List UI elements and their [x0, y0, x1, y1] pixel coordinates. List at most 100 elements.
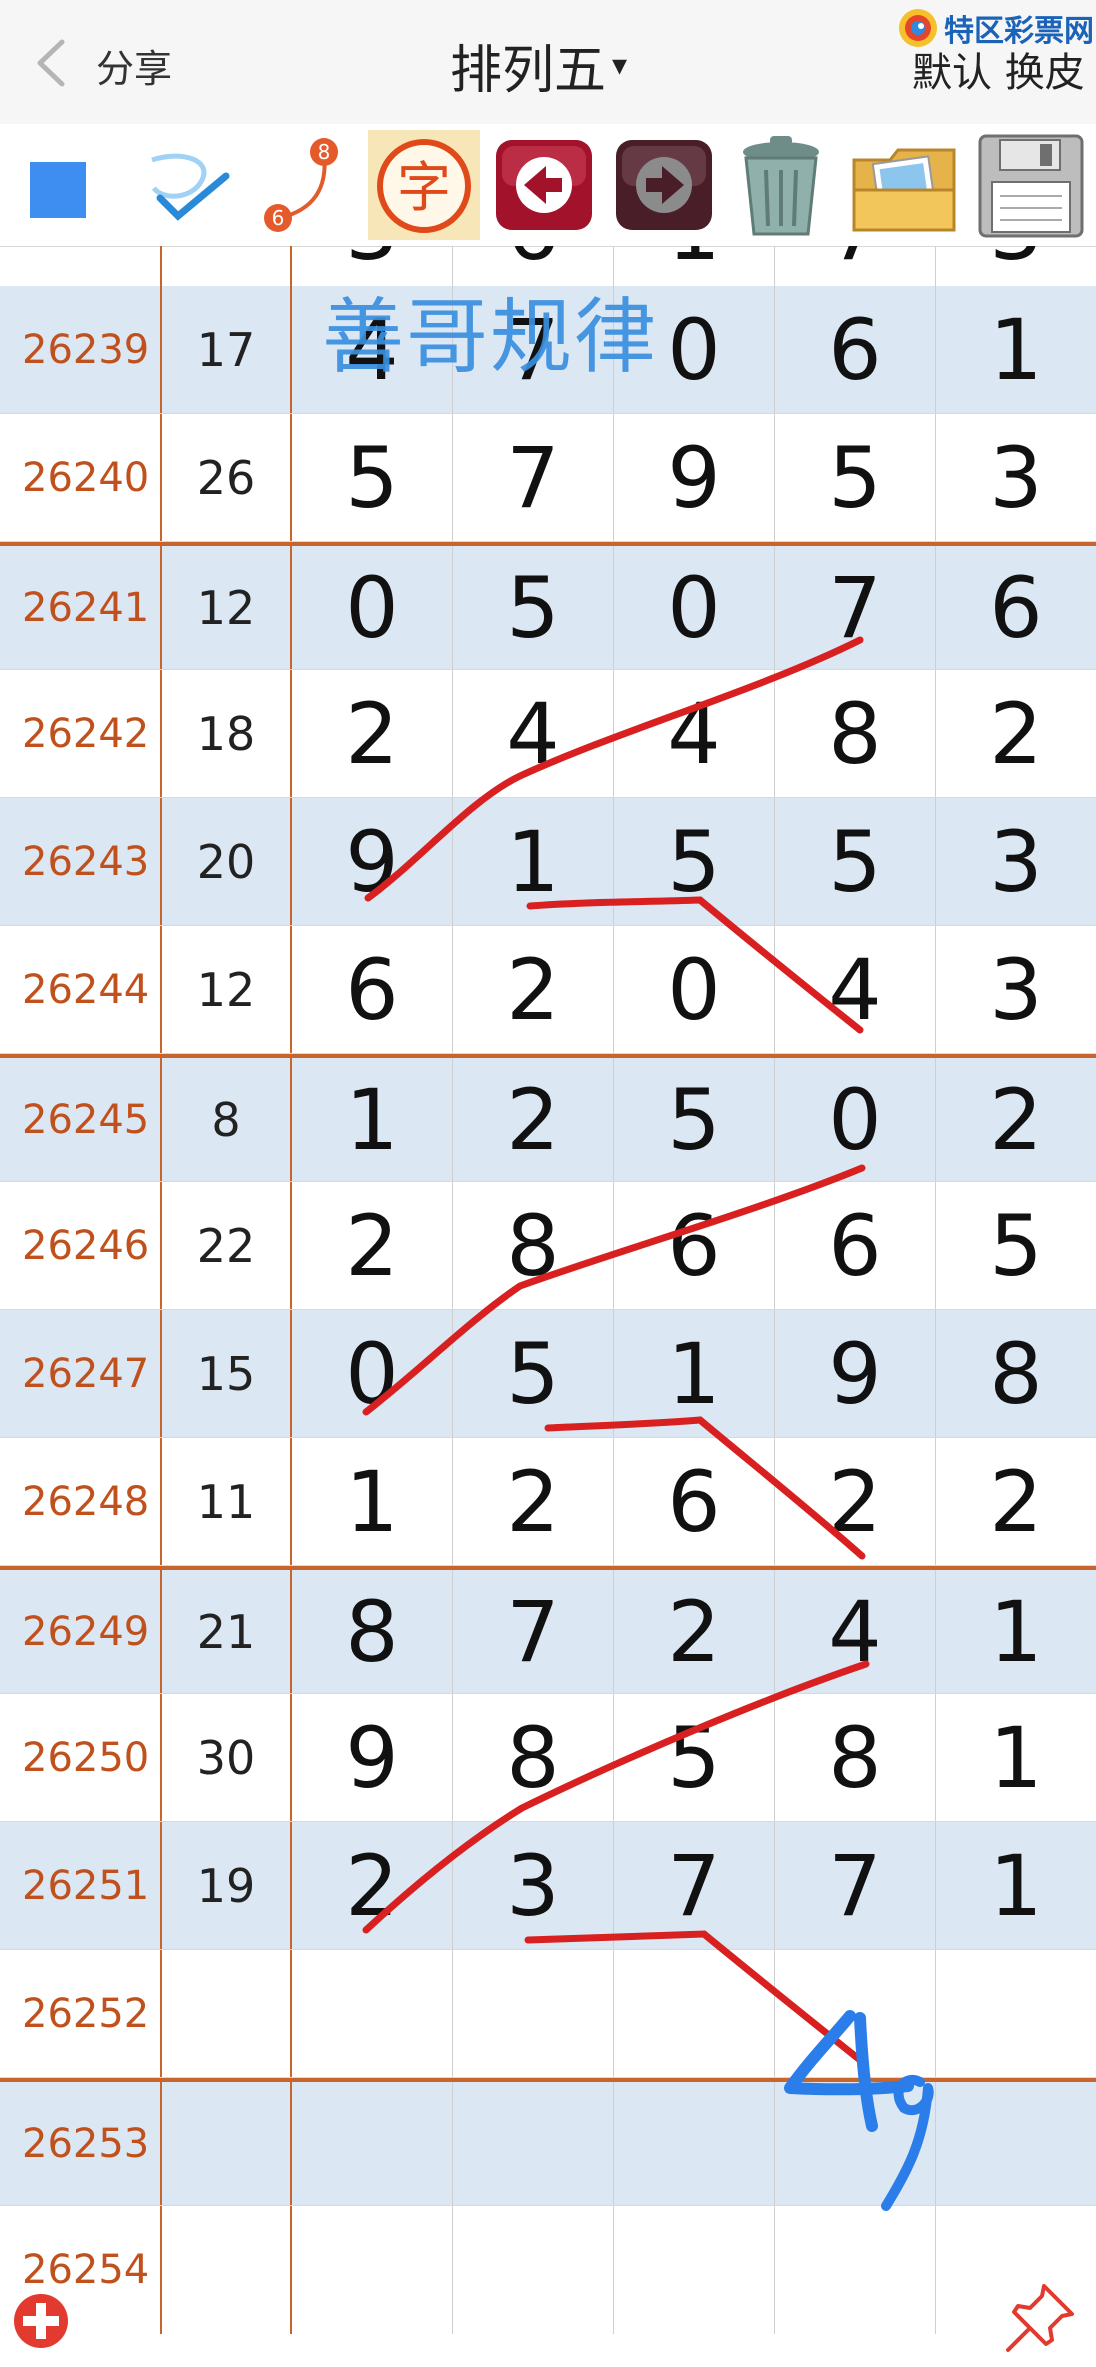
- pen-tool-icon[interactable]: [142, 130, 242, 240]
- digit-cell: 7: [775, 1822, 936, 1949]
- issue-number: 26253: [0, 2082, 162, 2205]
- table-row[interactable]: 26254: [0, 2206, 1096, 2334]
- digit-cell: 1: [453, 798, 614, 925]
- table-row[interactable]: 26240 26 5 7 9 5 3: [0, 414, 1096, 542]
- digit-cell: 3: [989, 428, 1043, 527]
- digit-sum: 21: [162, 1570, 292, 1693]
- digit-cell: 4: [614, 670, 775, 797]
- add-circle-icon[interactable]: [12, 2292, 70, 2350]
- line-width-icon[interactable]: 6 8: [252, 130, 352, 240]
- digit-cell: 3: [989, 812, 1043, 911]
- digit-cell: 8: [775, 670, 936, 797]
- image-folder-icon[interactable]: [846, 130, 964, 240]
- digit-cell: 9: [775, 1310, 936, 1437]
- trash-bin-icon[interactable]: [726, 130, 836, 240]
- digit-sum: 12: [162, 926, 292, 1053]
- digit-cell[interactable]: [936, 2082, 1096, 2205]
- undo-arrow-icon[interactable]: [490, 130, 598, 240]
- theme-switch-button[interactable]: 默认 换皮: [912, 40, 1085, 98]
- digit-sum: 15: [162, 1310, 292, 1437]
- digit-sum: 20: [162, 798, 292, 925]
- issue-number: 26252: [0, 1950, 162, 2077]
- drawing-toolbar: 6 8 字: [0, 124, 1096, 247]
- digit-cell: 1: [292, 1058, 453, 1181]
- table-row[interactable]: 26252: [0, 1950, 1096, 2078]
- digit-cell[interactable]: [614, 2206, 775, 2334]
- svg-text:6: 6: [272, 206, 285, 230]
- digit-cell: 5: [453, 1310, 614, 1437]
- digit-cell: 8: [989, 1324, 1043, 1423]
- digit-cell: 3: [989, 940, 1043, 1039]
- digit-sum: [162, 1950, 292, 2077]
- digit-cell[interactable]: [292, 1950, 453, 2077]
- table-row[interactable]: 26249 21 8 7 2 4 1: [0, 1566, 1096, 1694]
- digit-cell[interactable]: [936, 1950, 1096, 2077]
- digit-cell[interactable]: [453, 2206, 614, 2334]
- digit-cell: 4: [775, 926, 936, 1053]
- pushpin-icon[interactable]: [1000, 2278, 1080, 2358]
- digit-cell: 2: [453, 926, 614, 1053]
- digit-cell: 0: [292, 1310, 453, 1437]
- digit-cell[interactable]: [453, 1950, 614, 2077]
- digit-cell: 4: [775, 1570, 936, 1693]
- text-char-icon[interactable]: 字: [368, 130, 480, 240]
- digit-sum: 22: [162, 1182, 292, 1309]
- table-row[interactable]: 26250 30 9 8 5 8 1: [0, 1694, 1096, 1822]
- table-row[interactable]: 26246 22 2 8 6 6 5: [0, 1182, 1096, 1310]
- caret-down-icon: ▾: [612, 48, 628, 83]
- digit-cell: 9: [292, 1694, 453, 1821]
- top-bar: 分享 排列五 ▾ 特区彩票网 默认 换皮: [0, 0, 1096, 125]
- issue-number: 26240: [0, 414, 162, 541]
- digit-cell: 5: [453, 546, 614, 669]
- digit-cell[interactable]: [292, 2206, 453, 2334]
- digit-cell[interactable]: [614, 2082, 775, 2205]
- issue-number: 26246: [0, 1182, 162, 1309]
- table-row[interactable]: 26248 11 1 2 6 2 2: [0, 1438, 1096, 1566]
- digit-cell: 5: [614, 1694, 775, 1821]
- table-row[interactable]: 26244 12 6 2 0 4 3: [0, 926, 1096, 1054]
- svg-text:8: 8: [318, 140, 331, 164]
- digit-cell: 2: [453, 1058, 614, 1181]
- color-swatch-icon[interactable]: [22, 130, 102, 240]
- issue-number: 26249: [0, 1570, 162, 1693]
- lottery-type-dropdown[interactable]: 排列五 ▾: [450, 28, 627, 103]
- digit-sum: 18: [162, 670, 292, 797]
- table-row[interactable]: 26247 15 0 5 1 9 8: [0, 1310, 1096, 1438]
- digit-sum: 12: [162, 546, 292, 669]
- digit-cell: 9: [614, 414, 775, 541]
- issue-number: 26242: [0, 670, 162, 797]
- digit-cell: 1: [989, 300, 1043, 399]
- table-row[interactable]: 26245 8 1 2 5 0 2: [0, 1054, 1096, 1182]
- digit-cell: 6: [614, 1182, 775, 1309]
- digit-sum: [162, 2082, 292, 2205]
- share-button[interactable]: 分享: [96, 38, 172, 93]
- table-row[interactable]: 26241 12 0 5 0 7 6: [0, 542, 1096, 670]
- digit-cell[interactable]: [292, 2082, 453, 2205]
- digit-cell[interactable]: [775, 1950, 936, 2077]
- digit-cell: 5: [775, 414, 936, 541]
- table-row[interactable]: 26251 19 2 3 7 7 1: [0, 1822, 1096, 1950]
- digit-cell: 2: [292, 1822, 453, 1949]
- digit-cell: 4: [453, 670, 614, 797]
- table-row[interactable]: 26243 20 9 1 5 5 3: [0, 798, 1096, 926]
- digit-cell: 2: [775, 1438, 936, 1565]
- table-row[interactable]: 26253: [0, 2078, 1096, 2206]
- table-row[interactable]: 26242 18 2 4 4 8 2: [0, 670, 1096, 798]
- digit-cell[interactable]: [775, 2206, 936, 2334]
- digit-cell: 6: [989, 558, 1043, 657]
- digit-cell: 9: [292, 798, 453, 925]
- digit-sum: 17: [162, 286, 292, 413]
- digit-sum: 8: [162, 1058, 292, 1181]
- digit-cell: 0: [775, 1058, 936, 1181]
- issue-number: 26248: [0, 1438, 162, 1565]
- save-floppy-icon[interactable]: [972, 130, 1090, 240]
- redo-arrow-icon[interactable]: [610, 130, 718, 240]
- chevron-left-icon[interactable]: [32, 38, 72, 88]
- digit-cell[interactable]: [453, 2082, 614, 2205]
- digit-cell[interactable]: [614, 1950, 775, 2077]
- digit-cell[interactable]: [775, 2082, 936, 2205]
- digit-sum: 30: [162, 1694, 292, 1821]
- digit-cell: 8: [292, 1570, 453, 1693]
- issue-number: 26251: [0, 1822, 162, 1949]
- watermark-text: 善哥规律: [322, 290, 659, 385]
